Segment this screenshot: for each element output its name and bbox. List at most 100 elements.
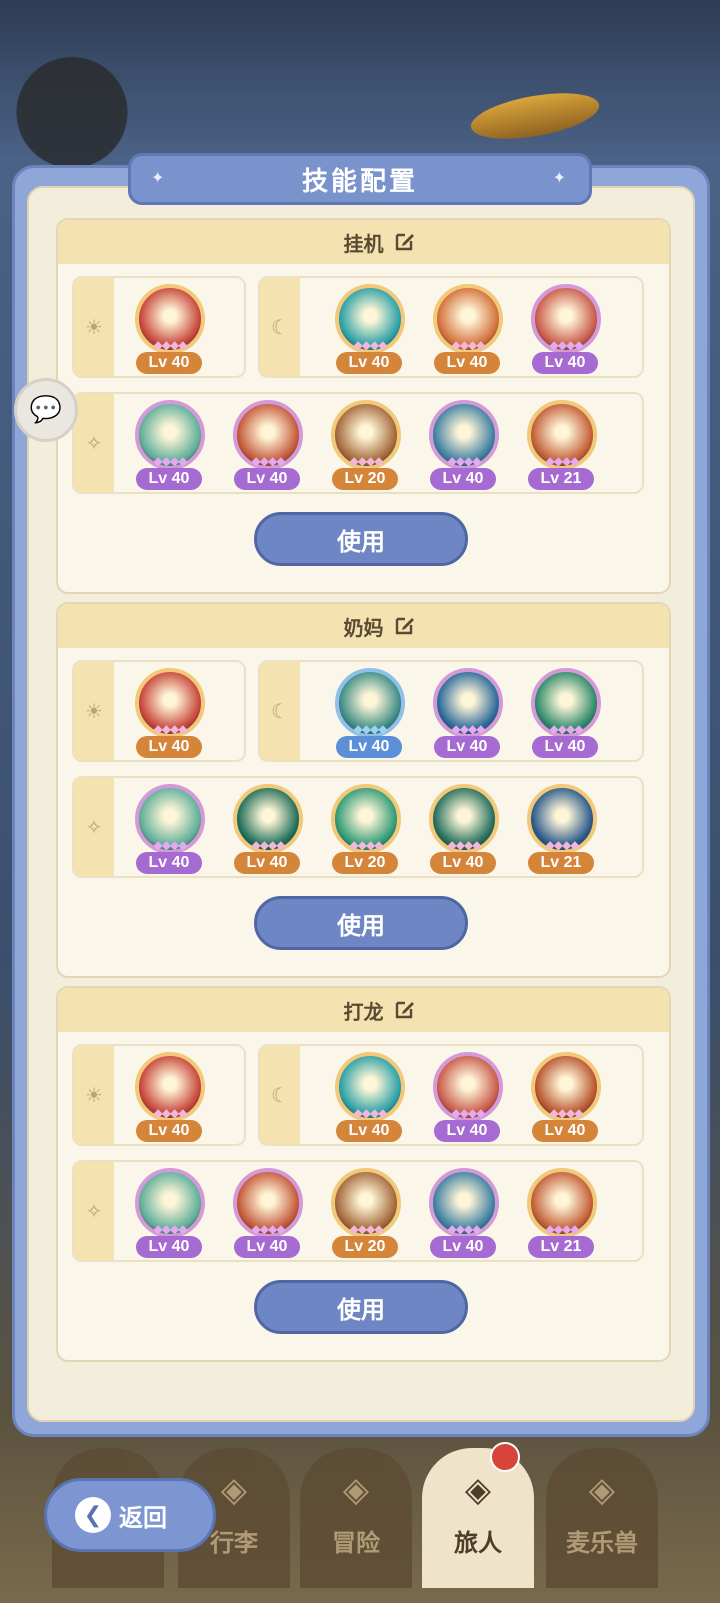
skill-level-badge: Lv 40 bbox=[532, 1120, 598, 1142]
skill-slot[interactable]: ◆◆◆◆ Lv 21 bbox=[524, 396, 600, 492]
skill-level-badge: Lv 40 bbox=[532, 736, 598, 758]
skill-level-badge: Lv 21 bbox=[528, 468, 594, 490]
skill-slot[interactable]: ◆◆◆◆ Lv 40 bbox=[332, 664, 408, 760]
star-gems-icon: ◆◆◆◆ bbox=[549, 338, 584, 352]
skill-level-badge: Lv 40 bbox=[430, 1236, 496, 1258]
star-gems-icon: ◆◆◆◆ bbox=[451, 338, 486, 352]
skill-slot[interactable]: ◆◆◆◆ Lv 20 bbox=[328, 396, 404, 492]
edit-icon[interactable] bbox=[394, 230, 416, 252]
row-tab: ☀ bbox=[74, 1046, 114, 1144]
star-gems-icon: ◆◆◆◆ bbox=[349, 454, 384, 468]
back-label: 返回 bbox=[119, 1503, 167, 1532]
skill-level-badge: Lv 21 bbox=[528, 1236, 594, 1258]
skill-slot[interactable]: ◆◆◆◆ Lv 21 bbox=[524, 1164, 600, 1260]
skill-level-badge: Lv 40 bbox=[434, 736, 500, 758]
use-button[interactable]: 使用 bbox=[254, 896, 468, 950]
skill-row-star: ✧ ◆◆◆◆ Lv 40 ◆◆◆◆ Lv 40 ◆◆◆◆ Lv 20 ◆◆◆◆ Lv 40 ◆◆◆… bbox=[72, 776, 644, 878]
skill-slot[interactable]: ◆◆◆◆ Lv 40 bbox=[332, 1048, 408, 1144]
skill-row-sun: ☀ ◆◆◆◆ Lv 40 bbox=[72, 276, 246, 378]
star-gems-icon: ◆◆◆◆ bbox=[153, 1222, 188, 1236]
chat-icon: 💬 bbox=[29, 395, 63, 425]
skill-level-badge: Lv 20 bbox=[332, 852, 398, 874]
sparkle-icon: ✦ bbox=[151, 168, 168, 187]
edit-icon[interactable] bbox=[394, 998, 416, 1020]
config-name: 挂机 bbox=[343, 231, 384, 256]
row-tab: ✧ bbox=[74, 1162, 114, 1260]
skill-slot[interactable]: ◆◆◆◆ Lv 40 bbox=[230, 780, 306, 876]
skill-level-badge: Lv 20 bbox=[332, 1236, 398, 1258]
nav-label: 旅人 bbox=[454, 1529, 502, 1557]
row-tab: ☀ bbox=[74, 278, 114, 376]
star-gems-icon: ◆◆◆◆ bbox=[353, 338, 388, 352]
skill-slot[interactable]: ◆◆◆◆ Lv 40 bbox=[332, 280, 408, 376]
chat-bubble-button[interactable]: 💬 bbox=[14, 378, 78, 442]
skill-slot[interactable]: ◆◆◆◆ Lv 40 bbox=[528, 664, 604, 760]
skill-slot[interactable]: ◆◆◆◆ Lv 40 bbox=[132, 1048, 208, 1144]
star-gems-icon: ◆◆◆◆ bbox=[153, 1106, 188, 1120]
skill-slot[interactable]: ◆◆◆◆ Lv 40 bbox=[430, 664, 506, 760]
star-icon: ✧ bbox=[85, 431, 103, 455]
skill-slot[interactable]: ◆◆◆◆ Lv 21 bbox=[524, 780, 600, 876]
sun-icon: ☀ bbox=[85, 1083, 103, 1107]
row-tab: ✧ bbox=[74, 778, 114, 876]
skill-slot[interactable]: ◆◆◆◆ Lv 40 bbox=[132, 396, 208, 492]
skill-slot[interactable]: ◆◆◆◆ Lv 40 bbox=[426, 1164, 502, 1260]
skill-slot[interactable]: ◆◆◆◆ Lv 40 bbox=[230, 396, 306, 492]
star-gems-icon: ◆◆◆◆ bbox=[447, 838, 482, 852]
row-tab: ✧ bbox=[74, 394, 114, 492]
nav-label: 麦乐兽 bbox=[566, 1529, 638, 1557]
star-gems-icon: ◆◆◆◆ bbox=[353, 722, 388, 736]
nav-label: 冒险 bbox=[332, 1529, 380, 1557]
star-gems-icon: ◆◆◆◆ bbox=[451, 722, 486, 736]
star-gems-icon: ◆◆◆◆ bbox=[545, 838, 580, 852]
skill-slot[interactable]: ◆◆◆◆ Lv 40 bbox=[430, 280, 506, 376]
config-name: 奶妈 bbox=[343, 615, 384, 640]
use-button[interactable]: 使用 bbox=[254, 512, 468, 566]
skill-slot[interactable]: ◆◆◆◆ Lv 20 bbox=[328, 780, 404, 876]
star-gems-icon: ◆◆◆◆ bbox=[549, 1106, 584, 1120]
skill-slot[interactable]: ◆◆◆◆ Lv 40 bbox=[132, 280, 208, 376]
background-floating-disc bbox=[467, 85, 603, 147]
notification-badge bbox=[490, 1442, 520, 1472]
skill-level-badge: Lv 40 bbox=[136, 352, 202, 374]
row-tab: ☾ bbox=[260, 1046, 300, 1144]
traveler-icon: ◈ bbox=[464, 1470, 492, 1510]
title-banner: ✦ 技能配置 ✦ bbox=[128, 153, 592, 205]
skill-level-badge: Lv 40 bbox=[136, 852, 202, 874]
skill-slot[interactable]: ◆◆◆◆ Lv 40 bbox=[426, 780, 502, 876]
use-button-label: 使用 bbox=[337, 911, 385, 940]
skill-slot[interactable]: ◆◆◆◆ Lv 40 bbox=[132, 664, 208, 760]
skill-slot[interactable]: ◆◆◆◆ Lv 20 bbox=[328, 1164, 404, 1260]
row-tab: ☀ bbox=[74, 662, 114, 760]
row-tab: ☾ bbox=[260, 278, 300, 376]
skill-slot[interactable]: ◆◆◆◆ Lv 40 bbox=[426, 396, 502, 492]
skill-level-badge: Lv 40 bbox=[234, 1236, 300, 1258]
star-gems-icon: ◆◆◆◆ bbox=[349, 1222, 384, 1236]
skill-row-moon: ☾ ◆◆◆◆ Lv 40 ◆◆◆◆ Lv 40 ◆◆◆◆ Lv 40 bbox=[258, 276, 644, 378]
star-gems-icon: ◆◆◆◆ bbox=[545, 1222, 580, 1236]
nav-tab-pet[interactable]: ◈ 麦乐兽 bbox=[546, 1448, 658, 1588]
pet-icon: ◈ bbox=[588, 1470, 616, 1510]
skill-slot[interactable]: ◆◆◆◆ Lv 40 bbox=[528, 1048, 604, 1144]
star-gems-icon: ◆◆◆◆ bbox=[447, 454, 482, 468]
skill-slot[interactable]: ◆◆◆◆ Lv 40 bbox=[230, 1164, 306, 1260]
nav-tab-traveler[interactable]: ◈ 旅人 bbox=[422, 1442, 534, 1588]
skill-slot[interactable]: ◆◆◆◆ Lv 40 bbox=[132, 780, 208, 876]
skill-level-badge: Lv 40 bbox=[336, 1120, 402, 1142]
nav-tab-swords[interactable]: ◈ 冒险 bbox=[300, 1448, 412, 1588]
skill-slot[interactable]: ◆◆◆◆ Lv 40 bbox=[430, 1048, 506, 1144]
star-gems-icon: ◆◆◆◆ bbox=[251, 454, 286, 468]
star-gems-icon: ◆◆◆◆ bbox=[447, 1222, 482, 1236]
skill-slot[interactable]: ◆◆◆◆ Lv 40 bbox=[528, 280, 604, 376]
skill-row-sun: ☀ ◆◆◆◆ Lv 40 bbox=[72, 1044, 246, 1146]
skill-slot[interactable]: ◆◆◆◆ Lv 40 bbox=[132, 1164, 208, 1260]
use-button[interactable]: 使用 bbox=[254, 1280, 468, 1334]
star-icon: ✧ bbox=[85, 815, 103, 839]
skill-row-star: ✧ ◆◆◆◆ Lv 40 ◆◆◆◆ Lv 40 ◆◆◆◆ Lv 20 ◆◆◆◆ Lv 40 ◆◆◆… bbox=[72, 1160, 644, 1262]
edit-icon[interactable] bbox=[394, 614, 416, 636]
star-gems-icon: ◆◆◆◆ bbox=[349, 838, 384, 852]
skill-level-badge: Lv 40 bbox=[434, 352, 500, 374]
sun-icon: ☀ bbox=[85, 699, 103, 723]
back-button[interactable]: ❮ 返回 bbox=[44, 1478, 216, 1552]
skill-level-badge: Lv 40 bbox=[234, 468, 300, 490]
